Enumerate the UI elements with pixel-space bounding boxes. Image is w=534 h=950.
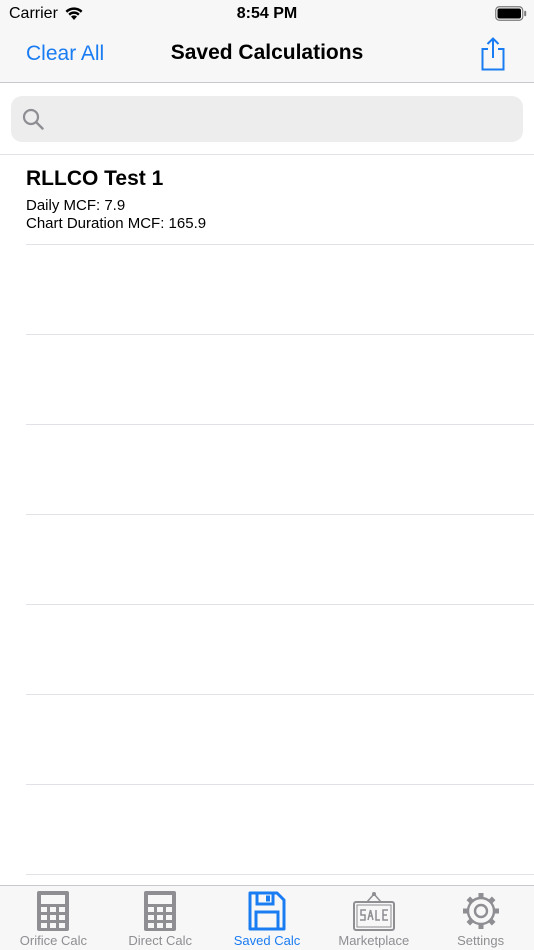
floppy-disk-icon	[248, 891, 286, 931]
tab-label: Saved Calc	[233, 933, 301, 948]
empty-row	[26, 785, 534, 875]
chart-duration-mcf-value: Chart Duration MCF: 165.9	[26, 215, 207, 232]
calculator-icon	[37, 891, 70, 931]
tab-orifice-calc[interactable]: Orifice Calc	[0, 886, 107, 950]
tab-saved-calc[interactable]: Saved Calc	[214, 886, 321, 950]
tab-label: Orifice Calc	[19, 933, 87, 948]
share-button[interactable]	[478, 36, 508, 72]
list-item[interactable]: RLLCO Test 1 Daily MCF: 7.9 Chart Durati…	[26, 155, 534, 245]
status-time: 8:54 PM	[236, 5, 298, 22]
saved-calculations-list: RLLCO Test 1 Daily MCF: 7.9 Chart Durati…	[0, 155, 534, 875]
calculator-icon	[144, 891, 177, 931]
tab-marketplace[interactable]: Marketplace	[320, 886, 427, 950]
calculation-title: RLLCO Test 1	[26, 167, 164, 190]
tab-direct-calc[interactable]: Direct Calc	[107, 886, 214, 950]
empty-row	[26, 335, 534, 425]
gear-icon	[462, 893, 499, 929]
tab-label: Settings	[457, 933, 505, 948]
search-icon	[22, 108, 44, 130]
tab-label: Direct Calc	[128, 933, 192, 948]
empty-row	[26, 425, 534, 515]
sale-sign-icon	[352, 892, 395, 931]
screen: Carrier 8:54 PM Clear All Saved Calculat…	[0, 0, 534, 950]
tab-bar: Orifice Calc Direct Calc Saved Calc Mark…	[0, 885, 534, 950]
navigation-bar: Clear All Saved Calculations	[0, 26, 534, 83]
tab-settings[interactable]: Settings	[427, 886, 534, 950]
share-icon	[481, 37, 505, 71]
empty-row	[26, 695, 534, 785]
search-input[interactable]	[53, 104, 513, 134]
empty-row	[26, 515, 534, 605]
empty-row	[26, 245, 534, 335]
empty-row	[26, 605, 534, 695]
status-bar: Carrier 8:54 PM	[0, 0, 534, 26]
search-area	[0, 83, 534, 155]
battery-icon	[495, 6, 527, 21]
tab-label: Marketplace	[338, 933, 410, 948]
daily-mcf-value: Daily MCF: 7.9	[26, 197, 126, 214]
page-title: Saved Calculations	[170, 41, 364, 64]
search-field[interactable]	[11, 96, 523, 142]
